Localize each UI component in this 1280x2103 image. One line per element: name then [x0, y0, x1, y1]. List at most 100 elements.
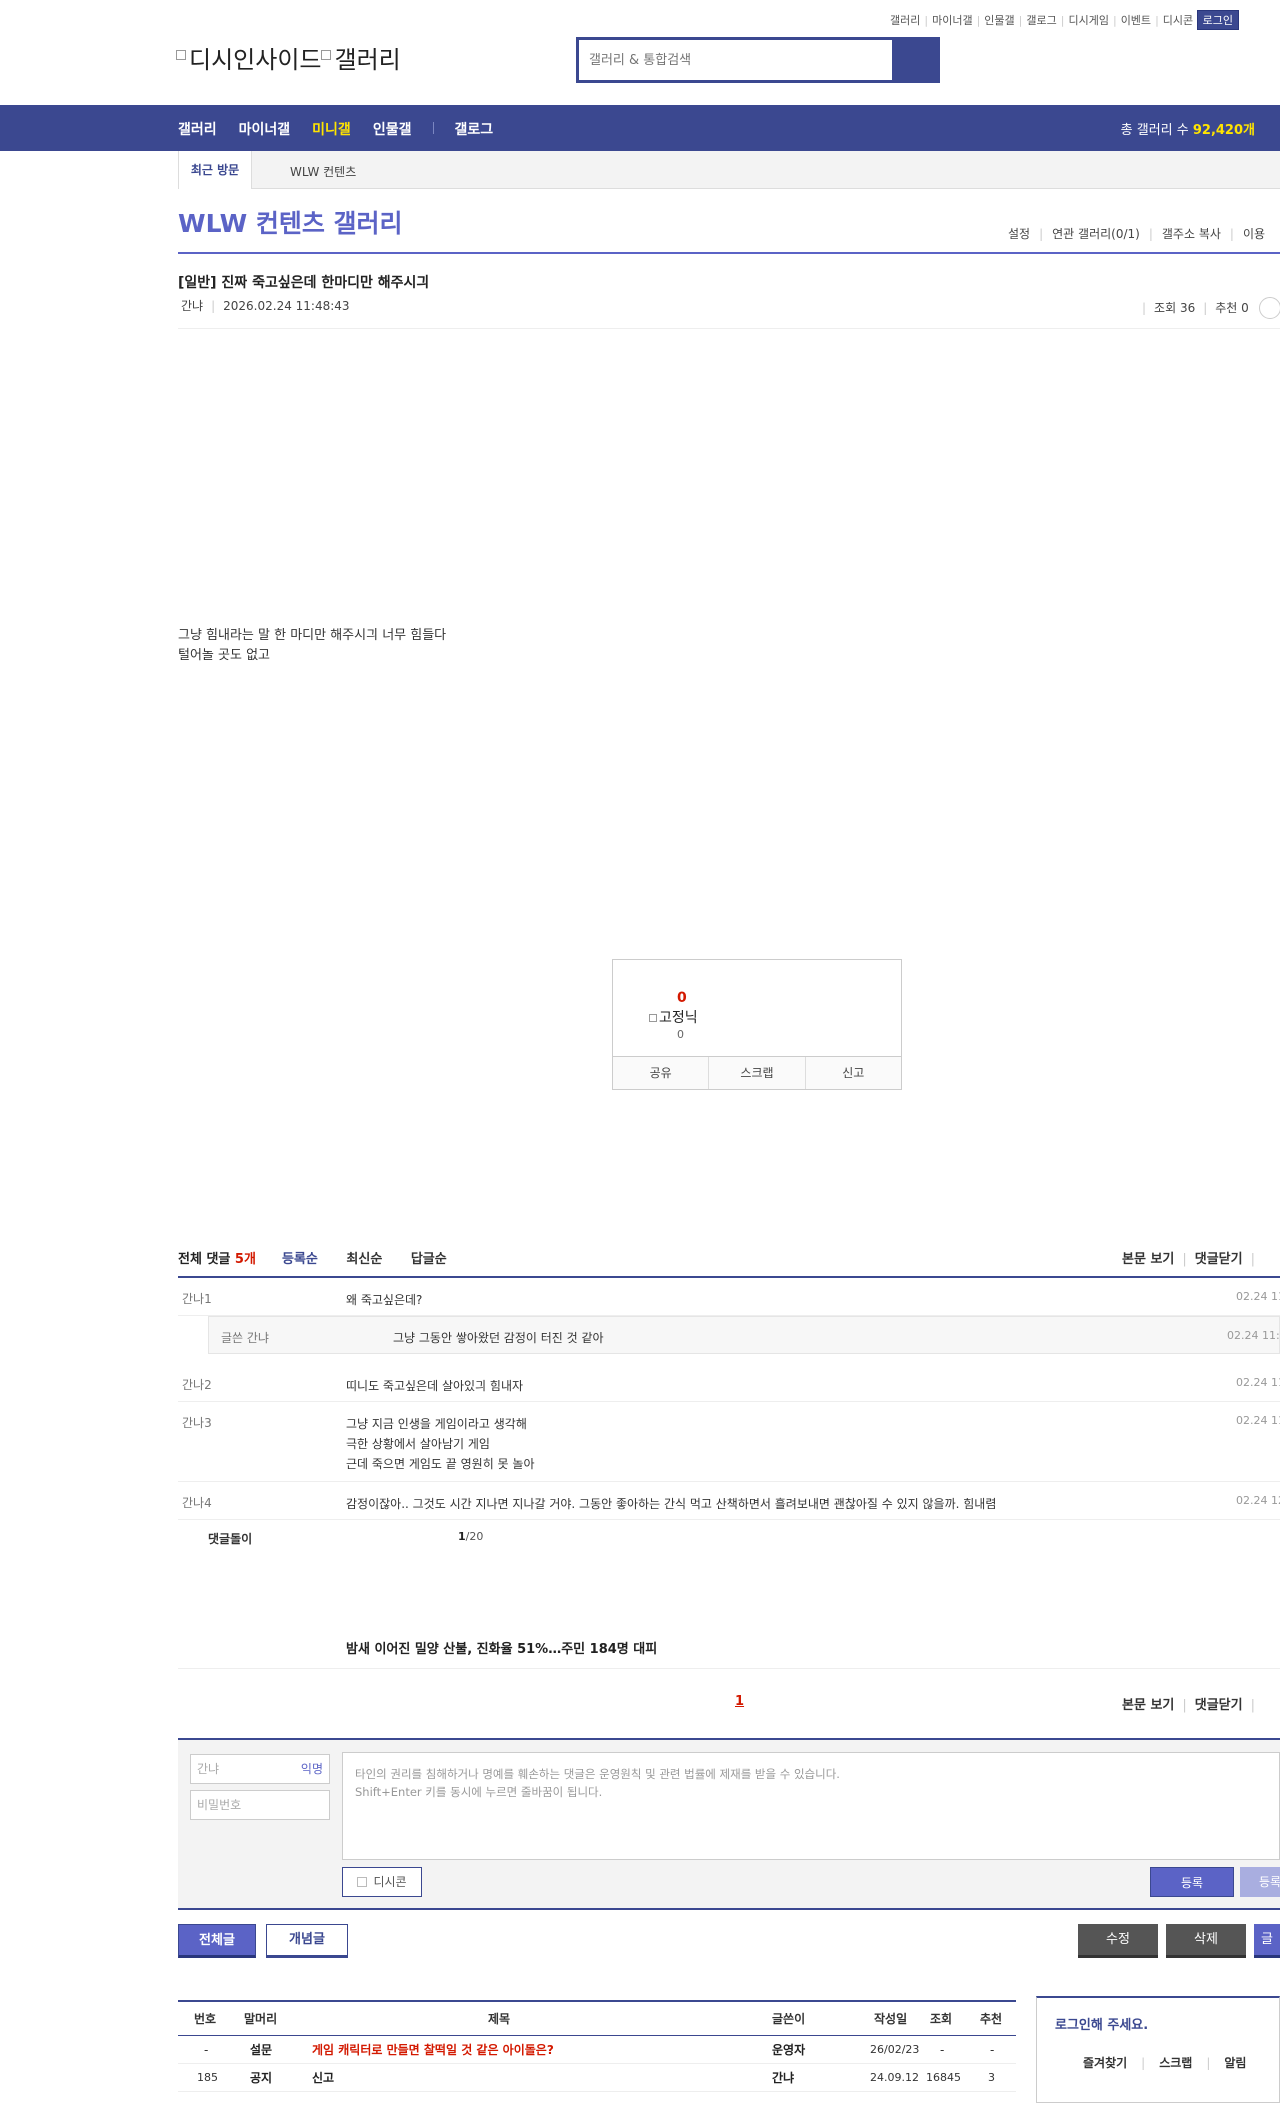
- toplink-person[interactable]: 인물갤: [984, 14, 1014, 27]
- anonymous-label: 익명: [300, 1762, 323, 1776]
- fixed-nick-recommend-button[interactable]: 고정닉: [649, 1007, 698, 1027]
- login-button[interactable]: 로그인: [1196, 10, 1240, 30]
- row-date: 26/02/23: [870, 2043, 920, 2056]
- broken-image-icon: [321, 50, 332, 60]
- top-links: 갤러리 | 마이너갤 | 인물갤 | 갤로그 | 디시게임 | 이벤트 | 디시콘 로그인: [890, 10, 1270, 30]
- scrap-button[interactable]: 스크랩: [709, 1057, 806, 1089]
- scrap-link[interactable]: 스크랩: [1159, 2056, 1192, 2070]
- nav-person[interactable]: 인물갤: [373, 119, 412, 139]
- reply-date: 02.24 11:5: [1227, 1329, 1280, 1342]
- broken-image-icon: [649, 1014, 657, 1022]
- row-title[interactable]: 게임 캐릭터로 만들면 찰떡일 것 같은 아이돌은?: [312, 2036, 554, 2064]
- comment-row: 간나3 그냥 지금 인생을 게임이라고 생각해 극한 상황에서 살아남기 게임 …: [178, 1402, 1280, 1482]
- col-writer: 글쓴이: [772, 2012, 806, 2026]
- all-posts-button[interactable]: 전체글: [178, 1924, 256, 1958]
- site-logo[interactable]: 디시인사이드 갤러리: [176, 40, 401, 75]
- comment-nick[interactable]: 간나1: [182, 1290, 212, 1307]
- comments-total-count: 5개: [234, 1252, 256, 1267]
- nav-gallog[interactable]: 갤로그: [454, 119, 493, 139]
- logo-alt-text: 디시인사이드: [189, 46, 322, 74]
- copy-address-link[interactable]: 갤주소 복사: [1162, 227, 1221, 241]
- col-views: 조회: [930, 2012, 953, 2026]
- recommend-count: 0: [677, 990, 687, 1006]
- col-recommend: 추천: [980, 2012, 1003, 2026]
- delete-button[interactable]: 삭제: [1166, 1924, 1246, 1958]
- post-list-row[interactable]: - 설문 게임 캐릭터로 만들면 찰떡일 것 같은 아이돌은? 운영자 26/0…: [178, 2036, 1016, 2064]
- comment-nick[interactable]: 간나3: [182, 1414, 212, 1431]
- col-title: 제목: [488, 2012, 511, 2026]
- fixed-nick-count: 0: [677, 1028, 684, 1041]
- post-body: 그냥 힘내라는 말 한 마디만 해주시긔 너무 힘들다 털어놀 곳도 없고: [178, 626, 446, 666]
- related-gallery-link[interactable]: 연관 갤러리(0/1): [1052, 227, 1140, 241]
- news-headline[interactable]: 밤새 이어진 밀양 산불, 진화율 51%…주민 184명 대피: [346, 1638, 657, 1657]
- broken-image-icon: [176, 50, 186, 60]
- toplink-event[interactable]: 이벤트: [1121, 14, 1151, 27]
- comment-nick[interactable]: 간나4: [182, 1494, 212, 1511]
- post-recommend-count: 추천 0: [1215, 301, 1249, 315]
- view-post-button[interactable]: 본문 보기: [1122, 1698, 1174, 1713]
- comments-header: 전체 댓글 5개 등록순 최신순 답글순 본문 보기 | 댓글닫기 |: [178, 1248, 1280, 1278]
- toplink-dccon[interactable]: 디시콘: [1163, 14, 1193, 27]
- sort-replies[interactable]: 답글순: [411, 1252, 447, 1267]
- comment-nick[interactable]: 간나2: [182, 1376, 212, 1393]
- close-comments-button[interactable]: 댓글닫기: [1195, 1698, 1243, 1713]
- nav-mini[interactable]: 미니갤: [312, 119, 351, 139]
- row-head: 설문: [250, 2043, 273, 2057]
- reply-text: 그냥 그동안 쌓아왔던 감정이 터진 것 같아: [393, 1331, 604, 1345]
- comment-date: 02.24 12: [1236, 1494, 1280, 1507]
- nav-gallery[interactable]: 갤러리: [178, 119, 217, 139]
- comment-textarea[interactable]: 타인의 권리를 침해하거나 명예를 훼손하는 댓글은 운영원칙 및 관련 법률에…: [342, 1752, 1280, 1860]
- login-prompt[interactable]: 로그인해 주세요.: [1055, 2014, 1148, 2033]
- row-number: -: [204, 2043, 209, 2057]
- concept-posts-button[interactable]: 개념글: [266, 1924, 348, 1958]
- share-button[interactable]: 공유: [613, 1057, 710, 1089]
- search-button[interactable]: [895, 40, 937, 80]
- col-number: 번호: [194, 2012, 217, 2026]
- close-comments-button[interactable]: 댓글닫기: [1195, 1252, 1243, 1267]
- row-title[interactable]: 신고: [312, 2064, 334, 2092]
- nickname-field[interactable]: 간냐 익명: [190, 1754, 330, 1784]
- comment-text-line: 그냥 지금 인생을 게임이라고 생각해: [346, 1417, 527, 1431]
- main-nav: 갤러리 마이너갤 미니갤 인물갤 갤로그 총 갤러리 수 92,420개: [0, 105, 1280, 151]
- comment-jump-icon[interactable]: [1258, 297, 1280, 319]
- comment-bot-label: 댓글돌이: [208, 1532, 253, 1546]
- col-date: 작성일: [874, 2012, 908, 2026]
- row-writer[interactable]: 간냐: [772, 2064, 794, 2092]
- post-body-line: 털어놀 곳도 없고: [178, 648, 270, 663]
- sort-latest[interactable]: 최신순: [346, 1252, 382, 1267]
- post-list-row[interactable]: 185 공지 신고 간냐 24.09.12 16845 3: [178, 2064, 1016, 2092]
- toplink-minor[interactable]: 마이너갤: [932, 14, 972, 27]
- post-body-line: 그냥 힘내라는 말 한 마디만 해주시긔 너무 힘들다: [178, 628, 447, 643]
- toplink-gallery[interactable]: 갤러리: [890, 14, 920, 27]
- password-field[interactable]: 비밀번호: [190, 1790, 330, 1820]
- post-list: 번호 말머리 제목 글쓴이 작성일 조회 추천 - 설문 게임 캐릭터로 만들면…: [178, 2000, 1016, 2092]
- comment-text: 띠니도 죽고싶은데 살아있긔 힘내자: [346, 1379, 524, 1393]
- post-author[interactable]: 간냐: [181, 299, 203, 313]
- report-button[interactable]: 신고: [806, 1057, 901, 1089]
- view-post-button[interactable]: 본문 보기: [1122, 1252, 1174, 1267]
- search-box: [576, 37, 940, 83]
- comment-page-current[interactable]: 1: [735, 1694, 744, 1709]
- dccon-button[interactable]: 디시콘: [342, 1867, 422, 1897]
- gallery-count-value: 92,420개: [1192, 123, 1255, 138]
- reply-nick[interactable]: 글쓴 간냐: [221, 1329, 269, 1346]
- favorites-link[interactable]: 즐겨찾기: [1083, 2056, 1127, 2070]
- nav-minor[interactable]: 마이너갤: [239, 119, 291, 139]
- submit-comment-button[interactable]: 등록: [1150, 1867, 1234, 1897]
- toplink-game[interactable]: 디시게임: [1068, 14, 1108, 27]
- row-writer[interactable]: 운영자: [772, 2036, 805, 2064]
- search-input[interactable]: [579, 40, 895, 80]
- usage-link[interactable]: 이용: [1243, 227, 1265, 241]
- edit-button[interactable]: 수정: [1078, 1924, 1158, 1958]
- post-divider: [178, 328, 1280, 329]
- gallery-title[interactable]: WLW 컨텐츠 갤러리: [178, 204, 403, 240]
- toplink-gallog[interactable]: 갤로그: [1026, 14, 1056, 27]
- sort-registered[interactable]: 등록순: [282, 1252, 318, 1267]
- recent-visit-label[interactable]: 최근 방문: [178, 151, 252, 189]
- comment-notice-line: 타인의 권리를 침해하거나 명예를 훼손하는 댓글은 운영원칙 및 관련 법률에…: [355, 1767, 840, 1781]
- write-button[interactable]: 글: [1254, 1924, 1280, 1958]
- submit-with-recommend-button[interactable]: 등록: [1240, 1867, 1280, 1897]
- gallery-settings-link[interactable]: 설정: [1008, 227, 1030, 241]
- recent-visit-item[interactable]: WLW 컨텐츠: [290, 163, 356, 180]
- notifications-link[interactable]: 알림: [1224, 2056, 1246, 2070]
